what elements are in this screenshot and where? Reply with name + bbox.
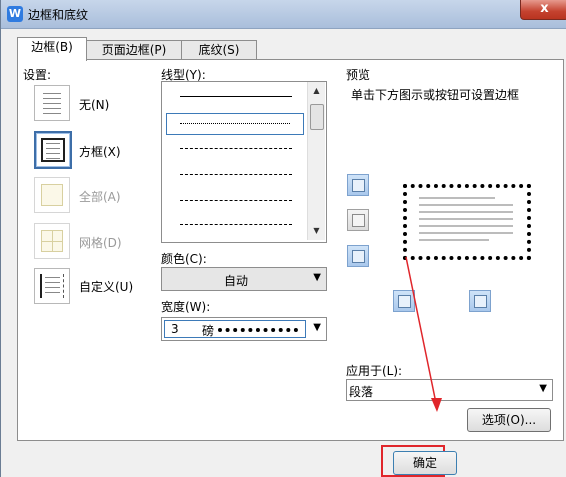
color-dropdown[interactable]: 自动 ▼: [161, 267, 327, 291]
ok-button[interactable]: 确定: [393, 451, 457, 475]
preview-page[interactable]: [403, 184, 531, 260]
wps-app-icon: W: [7, 6, 23, 22]
setting-custom-icon[interactable]: [34, 268, 70, 304]
bottom-border-button[interactable]: [347, 245, 369, 267]
setting-grid-label: 网格(D): [79, 236, 122, 250]
apply-to-heading: 应用于(L):: [346, 364, 403, 378]
width-unit: 磅: [202, 324, 215, 338]
scroll-down-icon[interactable]: ▼: [308, 222, 325, 239]
right-border-button[interactable]: [469, 290, 491, 312]
setting-all-label: 全部(A): [79, 190, 121, 204]
preview-hint: 单击下方图示或按钮可设置边框: [351, 88, 520, 102]
line-style-list[interactable]: [161, 81, 327, 243]
chevron-down-icon: ▼: [313, 272, 321, 283]
tab-shading[interactable]: 底纹(S): [181, 40, 257, 60]
line-style-dash-dot[interactable]: [180, 200, 292, 201]
chevron-down-icon: ▼: [539, 383, 547, 394]
close-button[interactable]: x: [520, 0, 566, 20]
settings-heading: 设置:: [23, 68, 52, 82]
line-style-selected[interactable]: [166, 113, 304, 135]
setting-box-icon[interactable]: [34, 131, 72, 169]
tab-borders[interactable]: 边框(B): [17, 37, 87, 61]
scroll-up-icon[interactable]: ▲: [308, 82, 325, 99]
line-style-dashed[interactable]: [180, 148, 292, 149]
width-heading: 宽度(W):: [161, 300, 211, 314]
width-dotted-sample: [218, 328, 298, 332]
setting-none-label[interactable]: 无(N): [79, 96, 109, 113]
borders-shading-dialog: W 边框和底纹 x 边框(B) 页面边框(P) 底纹(S) 设置: 无(N) 方…: [0, 0, 566, 477]
title-bar: W 边框和底纹 x: [1, 0, 566, 29]
apply-to-value: 段落: [349, 385, 374, 399]
setting-custom-label[interactable]: 自定义(U): [79, 278, 133, 295]
setting-box-label[interactable]: 方框(X): [79, 143, 121, 160]
tab-page-border[interactable]: 页面边框(P): [86, 40, 182, 60]
setting-none-icon[interactable]: [34, 85, 70, 121]
width-dropdown[interactable]: 3 磅 ▼: [161, 317, 327, 341]
line-style-dash-dot-dot[interactable]: [180, 224, 292, 225]
options-button[interactable]: 选项(O)...: [467, 408, 551, 432]
setting-all-icon: [34, 177, 70, 213]
color-heading: 颜色(C):: [161, 252, 207, 266]
preview-heading: 预览: [346, 68, 371, 82]
left-border-button[interactable]: [393, 290, 415, 312]
scroll-thumb[interactable]: [310, 104, 324, 130]
line-style-dash-wide[interactable]: [180, 174, 292, 175]
setting-grid-icon: [34, 223, 70, 259]
inside-horizontal-border-button[interactable]: [347, 209, 369, 231]
top-border-button[interactable]: [347, 174, 369, 196]
window-title: 边框和底纹: [28, 8, 89, 22]
line-style-scrollbar[interactable]: ▲ ▼: [307, 82, 325, 240]
color-value: 自动: [224, 274, 249, 288]
chevron-down-icon: ▼: [313, 322, 321, 333]
apply-to-dropdown[interactable]: 段落 ▼: [346, 379, 553, 401]
line-style-solid[interactable]: [180, 96, 292, 97]
width-value: 3: [171, 322, 179, 336]
